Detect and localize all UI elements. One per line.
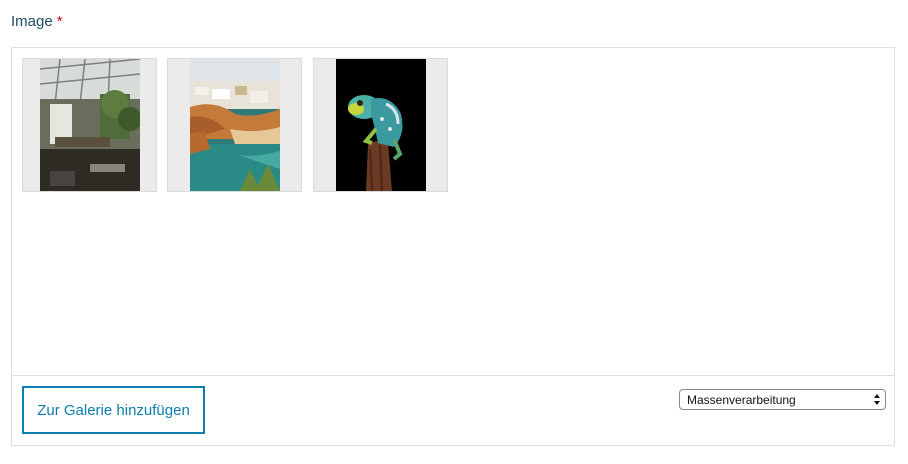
- bulk-action-select-value: Massenverarbeitung: [687, 392, 796, 407]
- field-label-text: Image: [11, 13, 53, 30]
- gallery-panel: Zur Galerie hinzufügen Massenverarbeitun…: [11, 47, 895, 446]
- gallery-area: [12, 48, 894, 376]
- add-to-gallery-button[interactable]: Zur Galerie hinzufügen: [22, 386, 205, 434]
- required-marker: *: [56, 13, 63, 30]
- thumbnail-coast[interactable]: [167, 58, 302, 192]
- gallery-footer: Zur Galerie hinzufügen Massenverarbeitun…: [12, 376, 894, 446]
- coast-photo: [190, 59, 280, 191]
- lizard-photo: [336, 59, 426, 191]
- bulk-action-select[interactable]: Massenverarbeitung: [679, 389, 886, 410]
- thumbnail-lizard[interactable]: [313, 58, 448, 192]
- select-arrows-icon: [874, 394, 880, 405]
- field-label: Image *: [11, 13, 63, 30]
- thumbnail-greenhouse[interactable]: [22, 58, 157, 192]
- greenhouse-photo: [40, 59, 140, 191]
